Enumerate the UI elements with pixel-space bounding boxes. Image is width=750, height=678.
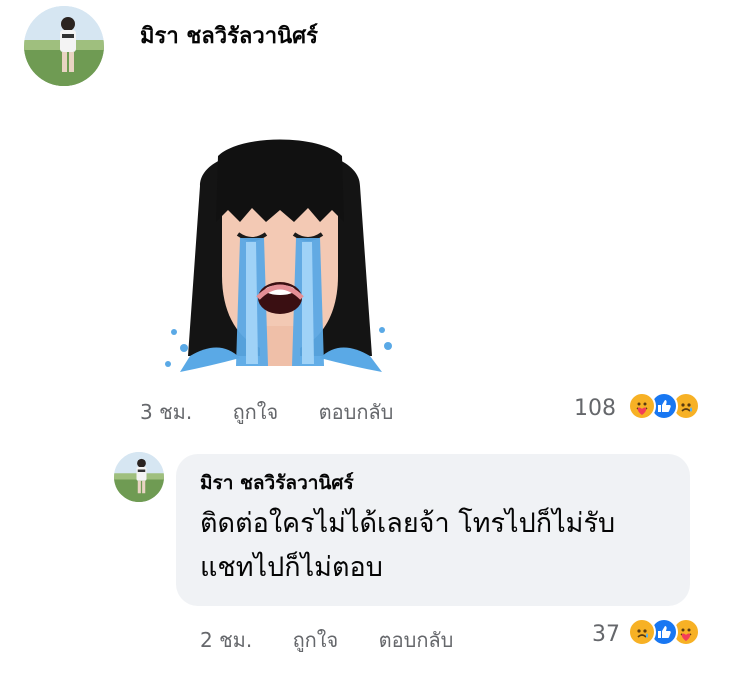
reply-reply-button[interactable]: ตอบกลับ <box>379 628 454 652</box>
comment-like-button[interactable]: ถูกใจ <box>233 400 279 424</box>
reply-text: ติดต่อใครไม่ได้เลยจ้า โทรไปก็ไม่รับ แชทไ… <box>200 508 616 583</box>
comment-reactions[interactable] <box>628 392 700 420</box>
reply-reactions[interactable] <box>628 618 700 646</box>
comment-meta-row: 3 ชม. ถูกใจ ตอบกลับ <box>140 396 393 428</box>
commenter-avatar[interactable] <box>24 6 104 86</box>
reply-author-avatar[interactable] <box>114 452 164 502</box>
care-icon <box>628 392 656 420</box>
reply-like-button[interactable]: ถูกใจ <box>293 628 339 652</box>
reply-timestamp[interactable]: 2 ชม. <box>200 628 252 652</box>
reply-author-name[interactable]: มิรา ชลวิรัลวานิศร์ <box>200 468 354 498</box>
crying-girl-sticker <box>160 126 400 376</box>
sad-icon <box>628 618 656 646</box>
reply-bubble[interactable]: มิรา ชลวิรัลวานิศร์ ติดต่อใครไม่ได้เลยจ้… <box>176 454 690 606</box>
reply-reaction-count[interactable]: 37 <box>592 622 620 647</box>
comment-reaction-count[interactable]: 108 <box>574 396 616 421</box>
comment-author-name[interactable]: มิรา ชลวิรัลวานิศร์ <box>140 18 318 53</box>
reply-meta-row: 2 ชม. ถูกใจ ตอบกลับ <box>200 624 453 656</box>
comment-reply-button[interactable]: ตอบกลับ <box>319 400 394 424</box>
comment-timestamp[interactable]: 3 ชม. <box>140 400 192 424</box>
